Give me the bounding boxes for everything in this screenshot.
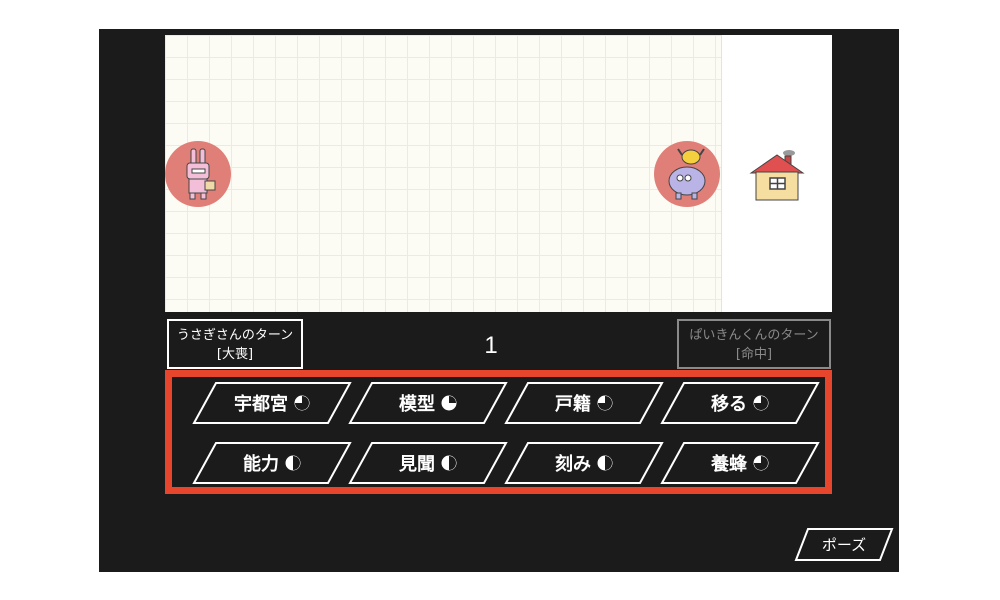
timer-pie-icon [597, 455, 613, 471]
answer-choice-button[interactable]: 能力 [192, 442, 352, 484]
game-screen: うさぎさんのターン [大喪] 1 ぱいきんくんのターン [命中] 宇都宮 模型 戸籍… [99, 29, 899, 572]
timer-pie-icon [753, 395, 769, 411]
turn-counter: 1 [484, 332, 498, 359]
opponent-player-piece [654, 141, 720, 207]
right-player-turn-label: ぱいきんくんのターン [689, 328, 819, 343]
house-goal-icon [747, 145, 807, 205]
answer-choice-button[interactable]: 戸籍 [504, 382, 664, 424]
answer-choice-label: 養蜂 [711, 454, 747, 475]
answer-choice-label: 戸籍 [555, 394, 591, 415]
left-player-turn-indicator: うさぎさんのターン [大喪] [167, 319, 303, 369]
answer-choice-label: 模型 [399, 394, 435, 415]
answer-choice-button[interactable]: 宇都宮 [192, 382, 352, 424]
timer-pie-icon [294, 395, 310, 411]
answer-choice-button[interactable]: 移る [660, 382, 820, 424]
timer-pie-icon [441, 395, 457, 411]
right-player-status: [命中] [735, 347, 773, 362]
timer-pie-icon [285, 455, 301, 471]
left-player-turn-label: うさぎさんのターン [176, 328, 294, 343]
answer-choice-button[interactable]: 養蜂 [660, 442, 820, 484]
game-board [165, 35, 832, 312]
right-player-turn-indicator: ぱいきんくんのターン [命中] [677, 319, 831, 369]
answer-choice-label: 見聞 [399, 454, 435, 475]
answer-choice-button[interactable]: 模型 [348, 382, 508, 424]
rabbit-player-piece [165, 141, 231, 207]
monster-character-icon [668, 148, 706, 200]
pause-button[interactable]: ポーズ [794, 528, 894, 561]
pause-button-label: ポーズ [821, 536, 867, 554]
answer-choice-label: 能力 [243, 454, 279, 475]
timer-pie-icon [597, 395, 613, 411]
answer-choices-panel: 宇都宮 模型 戸籍 移る能力 見聞 刻み 養蜂 [165, 370, 832, 494]
answer-choice-label: 刻み [555, 454, 591, 475]
answer-choice-label: 移る [711, 394, 747, 415]
left-player-status: [大喪] [216, 347, 254, 362]
timer-pie-icon [753, 455, 769, 471]
answer-choice-label: 宇都宮 [234, 394, 288, 415]
answer-choice-button[interactable]: 刻み [504, 442, 664, 484]
rabbit-character-icon [186, 148, 216, 200]
timer-pie-icon [441, 455, 457, 471]
answer-choice-button[interactable]: 見聞 [348, 442, 508, 484]
